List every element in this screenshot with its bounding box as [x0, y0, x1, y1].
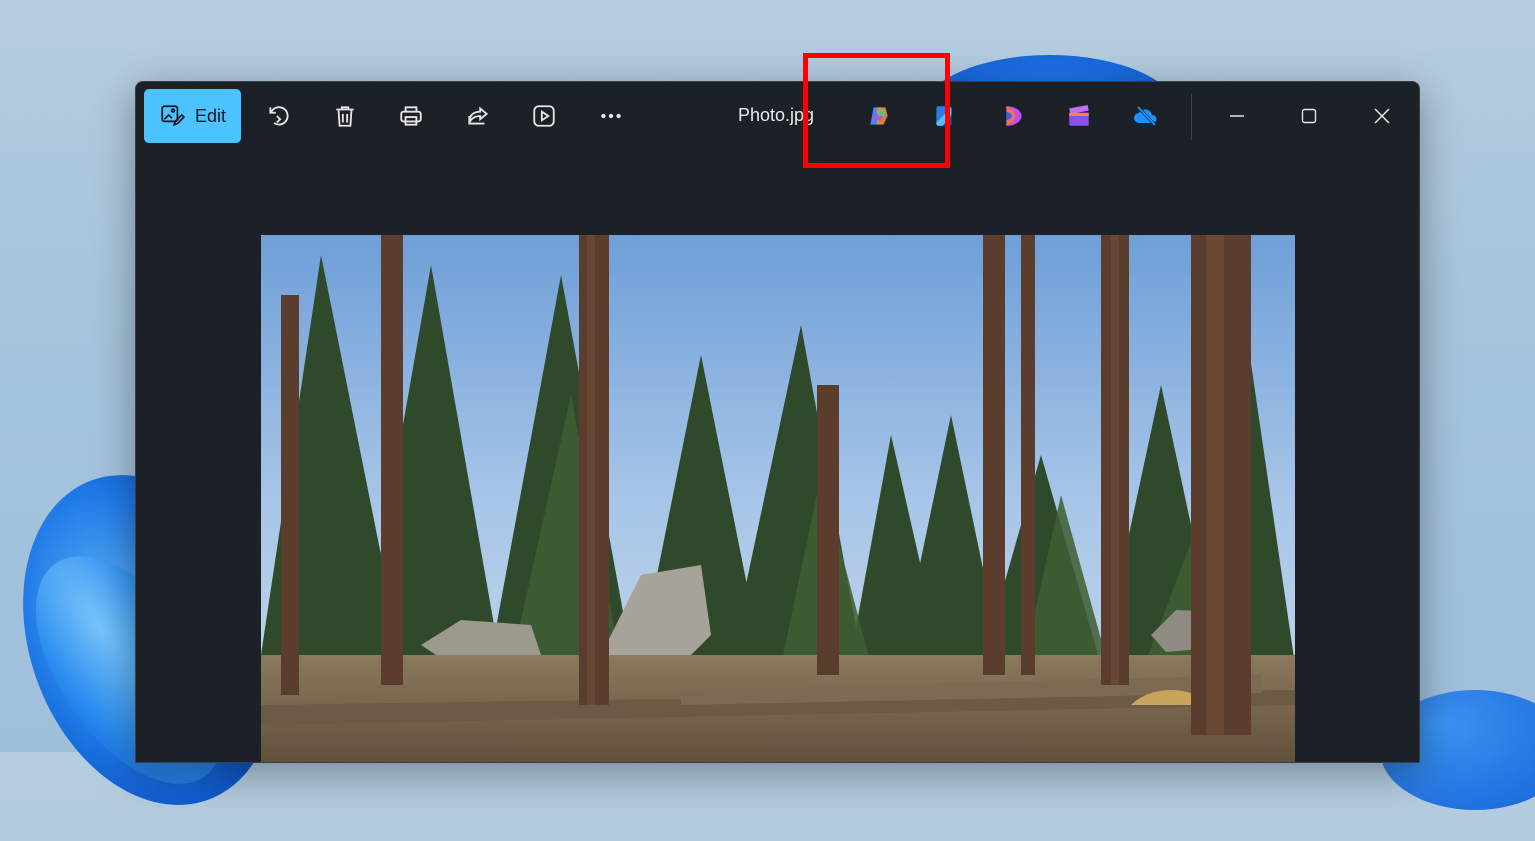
- clipchamp-button[interactable]: [991, 89, 1037, 143]
- onedrive-button[interactable]: [1123, 89, 1169, 143]
- clipchamp-icon: [1006, 106, 1022, 126]
- delete-icon: [336, 106, 354, 127]
- designer-icon: [936, 106, 952, 126]
- edit-label: Edit: [194, 105, 227, 126]
- edit-button[interactable]: Edit: [144, 89, 241, 143]
- print-icon: [400, 106, 422, 126]
- toolbar-separator: [1191, 94, 1192, 140]
- toolbar: Edit Photo.jpg: [136, 82, 1419, 150]
- window-title: Photo.jpg: [737, 105, 815, 125]
- designer-button[interactable]: [922, 89, 968, 143]
- minimize-icon: [1230, 115, 1244, 117]
- video-editor-button[interactable]: [1056, 89, 1102, 143]
- copilot-icon: [870, 107, 888, 125]
- share-button[interactable]: [455, 89, 501, 143]
- slideshow-icon: [533, 105, 555, 127]
- more-icon: [601, 113, 621, 119]
- close-icon: [1374, 108, 1390, 124]
- forest-photo: [261, 235, 1295, 762]
- print-button[interactable]: [388, 89, 434, 143]
- copilot-button[interactable]: [856, 89, 902, 143]
- video-editor-icon: [1069, 105, 1089, 126]
- photos-app-window: Edit Photo.jpg: [135, 81, 1420, 763]
- minimize-button[interactable]: [1205, 89, 1269, 143]
- photo-viewport[interactable]: [261, 235, 1295, 762]
- onedrive-icon: [1134, 105, 1157, 127]
- share-icon: [468, 106, 489, 125]
- more-button[interactable]: [588, 89, 634, 143]
- edit-image-icon: [161, 105, 185, 127]
- close-button[interactable]: [1350, 89, 1414, 143]
- delete-button[interactable]: [322, 89, 368, 143]
- rotate-button[interactable]: [256, 89, 302, 143]
- rotate-icon: [269, 106, 289, 126]
- maximize-icon: [1301, 108, 1317, 124]
- slideshow-button[interactable]: [521, 89, 567, 143]
- maximize-button[interactable]: [1277, 89, 1341, 143]
